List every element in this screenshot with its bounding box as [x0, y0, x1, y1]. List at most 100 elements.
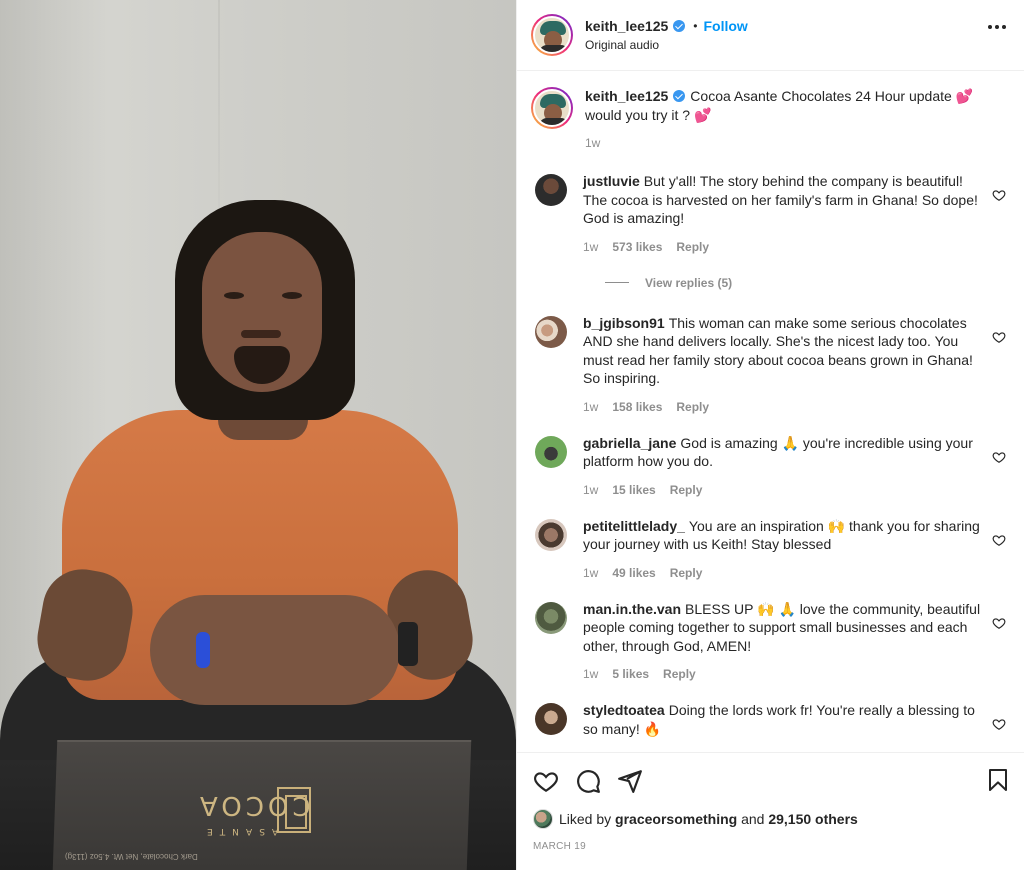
commenter-avatar[interactable] [535, 601, 567, 634]
comment-body: petitelittlelady_ You are an inspiration … [583, 517, 983, 580]
comment-body: gabriella_jane God is amazing 🙏 you're in… [583, 434, 983, 497]
caption-meta: 1w [585, 136, 985, 150]
commenter-avatar[interactable] [535, 703, 567, 735]
caption-avatar[interactable] [531, 87, 573, 129]
reply-button[interactable]: Reply [670, 566, 703, 580]
comment-meta: 1w 49 likes Reply [583, 566, 983, 580]
commenter-avatar[interactable] [535, 518, 567, 551]
comment-time[interactable]: 1w [583, 400, 598, 414]
post-header: keith_lee125 • Follow Original audio [517, 0, 1024, 71]
avatar-shirt [539, 118, 569, 125]
box-fine-print: Dark Chocolate, Net Wt. 4.5oz (113g) [65, 852, 198, 861]
comment-text-block: b_jgibson91 This woman can make some seri… [583, 314, 983, 388]
blue-ring [196, 632, 210, 668]
comment-like-heart-icon[interactable] [992, 450, 1006, 464]
comment-likes[interactable]: 49 likes [612, 566, 655, 580]
reply-button[interactable]: Reply [676, 240, 709, 254]
comment-like-heart-icon[interactable] [992, 330, 1006, 344]
comment-text-block: petitelittlelady_ You are an inspiration … [583, 517, 983, 554]
comment-username[interactable]: petitelittlelady_ [583, 518, 685, 534]
liked-by-summary: Liked by graceorsomething and 29,150 oth… [533, 809, 1008, 829]
reply-button[interactable]: Reply [670, 483, 703, 497]
reply-button[interactable]: Reply [676, 400, 709, 414]
comment-meta: 1w 158 likes Reply [583, 400, 983, 414]
post-caption: keith_lee125 Cocoa Asante Chocolates 24 H… [531, 87, 1010, 150]
comment-username[interactable]: man.in.the.van [583, 601, 681, 617]
reply-button[interactable]: Reply [663, 667, 696, 681]
follow-button[interactable]: Follow [704, 18, 748, 34]
post-actions: Liked by graceorsomething and 29,150 oth… [517, 752, 1024, 870]
comment-username[interactable]: styledtoatea [583, 702, 665, 718]
person-mouth [241, 330, 281, 338]
comment-username[interactable]: justluvie [583, 173, 640, 189]
verified-badge-icon [673, 20, 686, 32]
comment-username[interactable]: gabriella_jane [583, 435, 676, 451]
share-icon[interactable] [617, 768, 643, 794]
comment-time[interactable]: 1w [583, 483, 598, 497]
comment: b_jgibson91 This woman can make some seri… [531, 314, 1010, 414]
author-username[interactable]: keith_lee125 [585, 18, 668, 34]
header-line: keith_lee125 • Follow [585, 18, 748, 34]
comment-likes[interactable]: 158 likes [612, 400, 662, 414]
comment-icon[interactable] [575, 768, 601, 794]
post-sidebar: keith_lee125 • Follow Original audio kei… [516, 0, 1024, 870]
dot [995, 25, 999, 29]
view-replies-button[interactable]: View replies (5) [605, 276, 1010, 290]
liked-by-and: and [741, 811, 765, 827]
dot [1002, 25, 1006, 29]
comment-text-block: gabriella_jane God is amazing 🙏 you're in… [583, 434, 983, 471]
view-replies-label: View replies (5) [645, 275, 733, 290]
comment-like-heart-icon[interactable] [992, 616, 1006, 630]
comment-text-block: styledtoatea Doing the lords work fr! You… [583, 701, 983, 738]
author-avatar-image [533, 16, 571, 54]
caption-username[interactable]: keith_lee125 [585, 88, 668, 104]
post-video[interactable]: COCOA ASANTE Dark Chocolate, Net Wt. 4.5… [0, 0, 516, 870]
comment: styledtoatea Doing the lords work fr! You… [531, 701, 1010, 738]
comment-text-block: man.in.the.van BLESS UP 🙌 🙏 love the comm… [583, 600, 983, 656]
bookmark-icon[interactable] [986, 767, 1010, 793]
caption-time[interactable]: 1w [585, 136, 600, 150]
comment-like-heart-icon[interactable] [992, 188, 1006, 202]
comment-body: man.in.the.van BLESS UP 🙌 🙏 love the comm… [583, 600, 983, 682]
dot [988, 25, 992, 29]
person-left-eye [224, 292, 244, 299]
comment-text-block: justluvie But y'all! The story behind the… [583, 172, 983, 228]
comment-meta: 1w 573 likes Reply [583, 240, 983, 254]
more-options-icon[interactable] [988, 25, 1006, 29]
liked-by-count[interactable]: 29,150 others [768, 811, 858, 827]
liked-by-user[interactable]: graceorsomething [615, 811, 737, 827]
comments-section[interactable]: keith_lee125 Cocoa Asante Chocolates 24 H… [517, 71, 1024, 752]
comment-text: But y'all! The story behind the company … [583, 173, 978, 226]
commenter-avatar[interactable] [535, 174, 567, 206]
comment-time[interactable]: 1w [583, 240, 598, 254]
box-brand-text: COCOA [196, 790, 311, 820]
original-audio-link[interactable]: Original audio [585, 38, 748, 52]
comment-likes[interactable]: 5 likes [612, 667, 649, 681]
action-row [533, 767, 1008, 795]
comment-like-heart-icon[interactable] [992, 533, 1006, 547]
comment-body: justluvie But y'all! The story behind the… [583, 172, 983, 254]
liked-by-prefix: Liked by [559, 811, 612, 827]
comment: man.in.the.van BLESS UP 🙌 🙏 love the comm… [531, 600, 1010, 682]
person-right-eye [282, 292, 302, 299]
avatar-shirt [539, 45, 569, 52]
comment-time[interactable]: 1w [583, 667, 598, 681]
comment-like-heart-icon[interactable] [992, 717, 1006, 731]
comment: petitelittlelady_ You are an inspiration … [531, 517, 1010, 580]
heart-icon[interactable] [533, 768, 559, 794]
view-replies-line [605, 282, 629, 283]
author-avatar[interactable] [531, 14, 573, 56]
commenter-avatar[interactable] [535, 315, 567, 348]
commenter-avatar[interactable] [535, 435, 567, 468]
comment-time[interactable]: 1w [583, 566, 598, 580]
person-clasped-hands [150, 595, 400, 705]
caption-body: keith_lee125 Cocoa Asante Chocolates 24 H… [585, 87, 985, 150]
comment-likes[interactable]: 15 likes [612, 483, 655, 497]
comment-username[interactable]: b_jgibson91 [583, 315, 665, 331]
wrist-watch [398, 622, 418, 666]
post-date[interactable]: MARCH 19 [533, 841, 1008, 852]
dot-separator: • [693, 19, 698, 33]
liker-avatar[interactable] [533, 809, 553, 829]
box-subbrand-text: ASANTE [200, 826, 279, 836]
comment-likes[interactable]: 573 likes [612, 240, 662, 254]
